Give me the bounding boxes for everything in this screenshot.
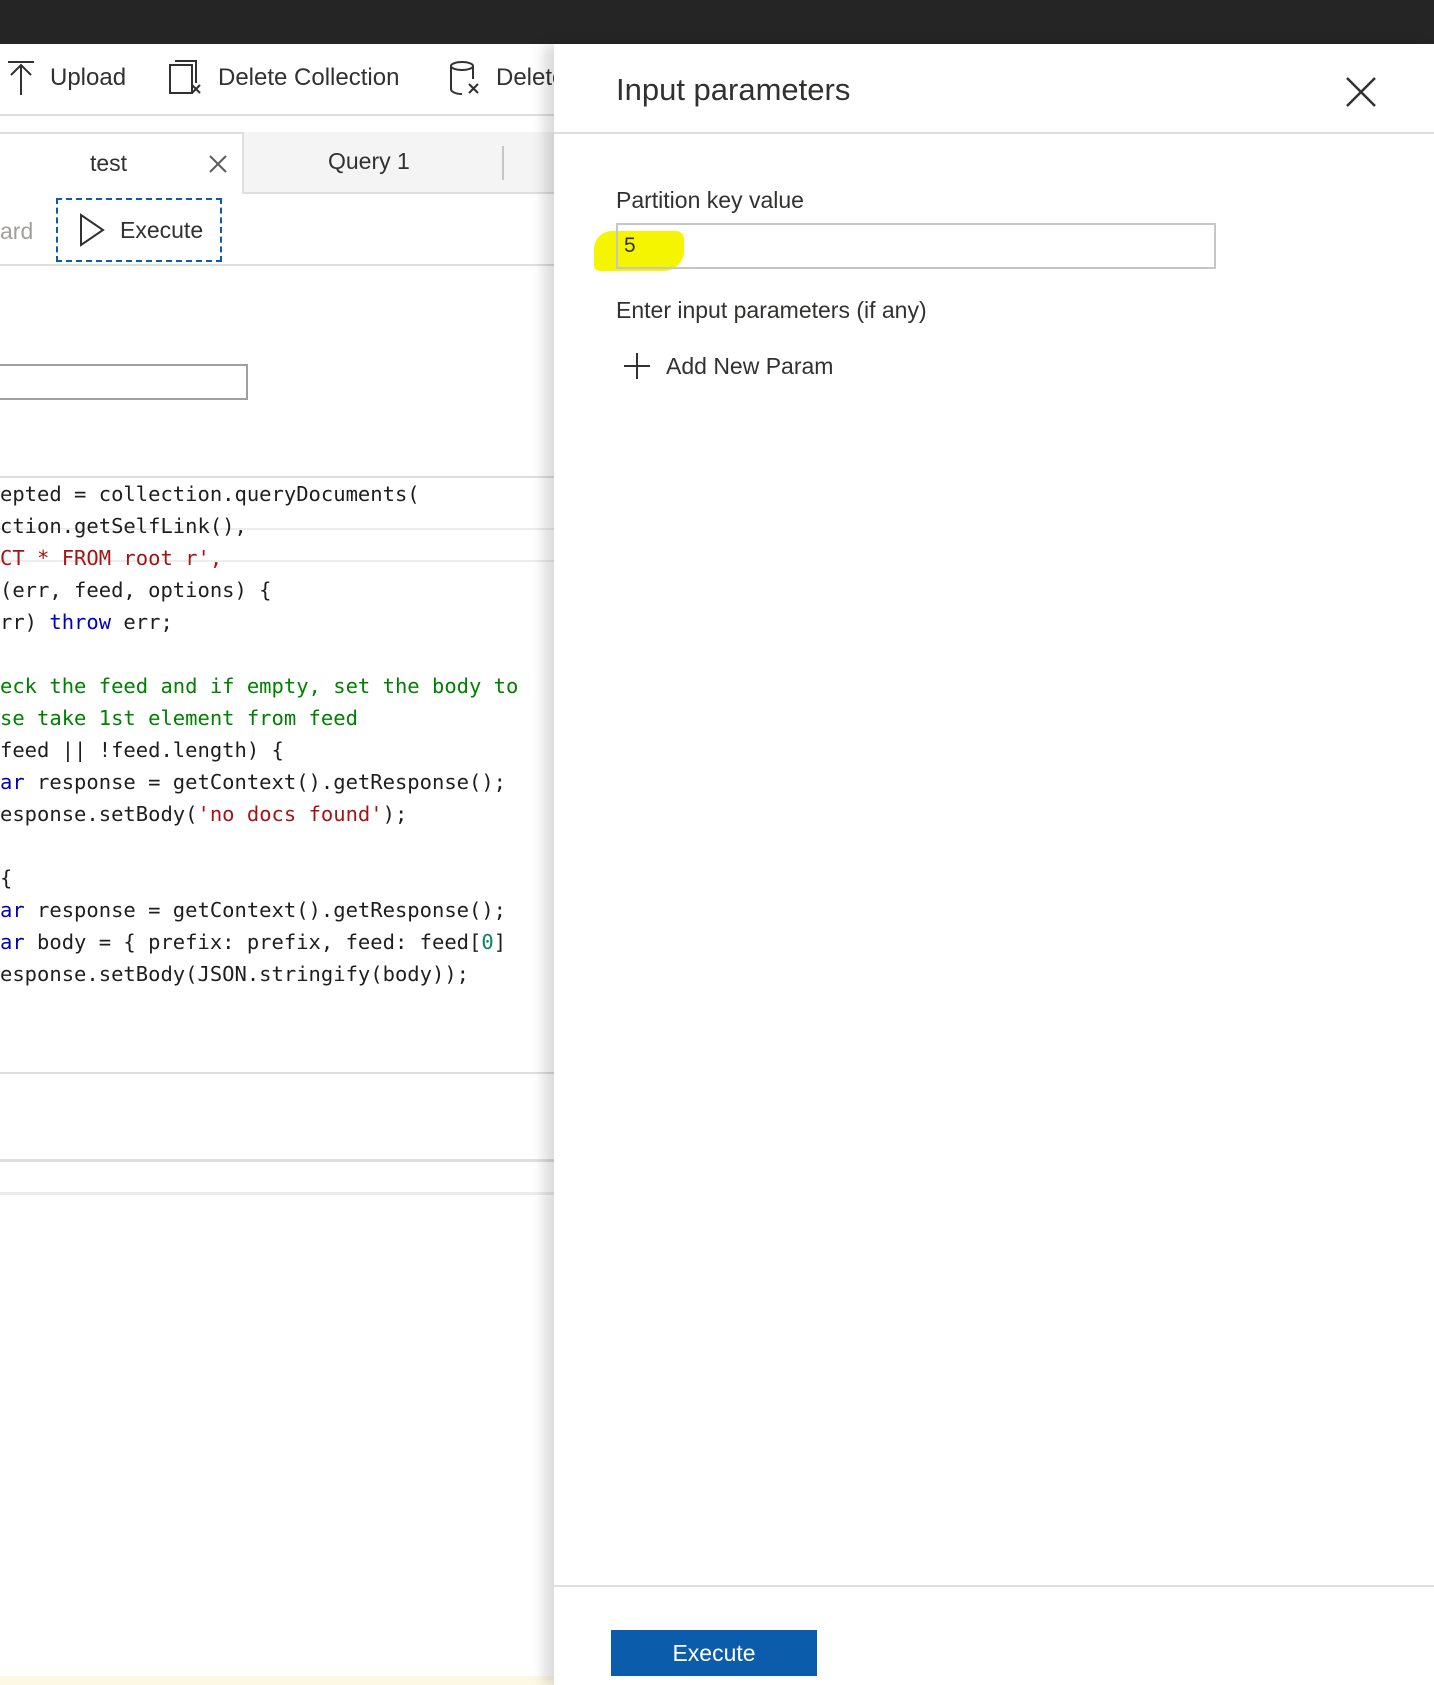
code-token: ction.getSelfLink(),	[0, 514, 247, 538]
code-token: throw	[49, 610, 112, 634]
delete-database-icon	[450, 61, 479, 95]
results-divider	[0, 1159, 554, 1162]
code-line: esponse.setBody('no docs found');	[0, 798, 518, 830]
code-line: ar response = getContext().getResponse()…	[0, 766, 518, 798]
code-token: eck the feed and if empty, set the body …	[0, 674, 519, 698]
code-token: ]	[493, 930, 507, 954]
code-token: CT * FROM root r',	[0, 546, 223, 570]
code-line: ction.getSelfLink(),	[0, 510, 518, 542]
tab-separator	[502, 146, 504, 180]
code-token: response = getContext().getResponse();	[24, 898, 507, 922]
delete-collection-button[interactable]: Delete Collection	[168, 56, 399, 100]
sub-toolbar: ard Execute	[0, 194, 554, 266]
plus-icon	[624, 353, 650, 379]
code-token: {	[0, 866, 13, 890]
code-line: epted = collection.queryDocuments(	[0, 478, 518, 510]
code-token: 'no docs found'	[197, 802, 383, 826]
code-token: response = getContext().getResponse();	[24, 770, 507, 794]
add-new-param-button[interactable]: Add New Param	[622, 344, 833, 388]
play-icon	[80, 213, 105, 247]
code-token: se take 1st element from feed	[0, 706, 358, 730]
code-line: ar response = getContext().getResponse()…	[0, 894, 518, 926]
code-token: err;	[111, 610, 173, 634]
execute-button[interactable]: Execute	[611, 1630, 817, 1676]
editor-workspace: Upload Delete Collection Delete test	[0, 44, 554, 1685]
delete-label: Delete	[496, 64, 554, 91]
command-bar: Upload Delete Collection Delete	[0, 44, 554, 116]
panel-footer-divider	[554, 1585, 1434, 1587]
close-icon[interactable]	[1341, 72, 1381, 112]
upload-button[interactable]: Upload	[6, 56, 126, 100]
code-token: 0	[481, 930, 494, 954]
code-line: {	[0, 862, 518, 894]
code-line: CT * FROM root r',	[0, 542, 518, 574]
code-line: ar body = { prefix: prefix, feed: feed[0…	[0, 926, 518, 958]
execute-toolbar-label: Execute	[120, 216, 204, 243]
code-token: ar	[0, 930, 25, 954]
delete-collection-label: Delete Collection	[218, 64, 400, 91]
code-token: body = { prefix: prefix, feed: feed[	[24, 930, 482, 954]
add-new-param-label: Add New Param	[666, 352, 834, 379]
tab-query-1[interactable]: Query 1	[244, 132, 554, 194]
panel-header: Input parameters	[554, 44, 1434, 134]
panel-title: Input parameters	[616, 72, 851, 107]
tab-test-label: test	[90, 150, 128, 176]
code-token: );	[382, 802, 408, 826]
code-editor[interactable]: epted = collection.queryDocuments( ction.…	[0, 476, 554, 1074]
upload-icon	[8, 61, 34, 95]
input-parameters-panel: Input parameters Partition key value Ent…	[554, 44, 1434, 1685]
partition-key-label: Partition key value	[616, 187, 804, 213]
code-token: rr)	[0, 610, 50, 634]
truncated-toolbar-label[interactable]: ard	[0, 218, 33, 245]
code-line: eck the feed and if empty, set the body …	[0, 670, 518, 702]
code-line: se take 1st element from feed	[0, 702, 518, 734]
code-token: esponse.setBody(JSON.stringify(body));	[0, 962, 469, 986]
code-token: (err, feed, options) {	[0, 578, 272, 602]
code-line: feed || !feed.length) {	[0, 734, 518, 766]
execute-toolbar-button[interactable]: Execute	[56, 198, 222, 262]
upload-label: Upload	[50, 64, 127, 91]
close-tab-icon[interactable]	[208, 154, 228, 174]
results-divider-secondary	[0, 1192, 554, 1195]
tab-test[interactable]: test	[0, 132, 244, 194]
code-token: esponse.setBody(	[0, 802, 198, 826]
code-token: ar	[0, 770, 25, 794]
delete-collection-icon	[169, 60, 201, 94]
code-content: epted = collection.queryDocuments( ction.…	[0, 478, 518, 990]
stored-procedure-id-input[interactable]	[0, 364, 248, 400]
input-params-label: Enter input parameters (if any)	[616, 297, 927, 323]
title-bar	[0, 0, 1434, 44]
code-line: (err, feed, options) {	[0, 574, 518, 606]
tab-query-1-label: Query 1	[328, 148, 410, 174]
code-line: esponse.setBody(JSON.stringify(body));	[0, 958, 518, 990]
delete-button[interactable]: Delete	[448, 56, 554, 100]
status-strip	[0, 1676, 554, 1685]
code-token: feed || !feed.length) {	[0, 738, 284, 762]
code-token: epted = collection.queryDocuments(	[0, 482, 420, 506]
code-token: ar	[0, 898, 25, 922]
code-line: rr) throw err;	[0, 606, 518, 638]
partition-key-input[interactable]	[616, 223, 1216, 269]
